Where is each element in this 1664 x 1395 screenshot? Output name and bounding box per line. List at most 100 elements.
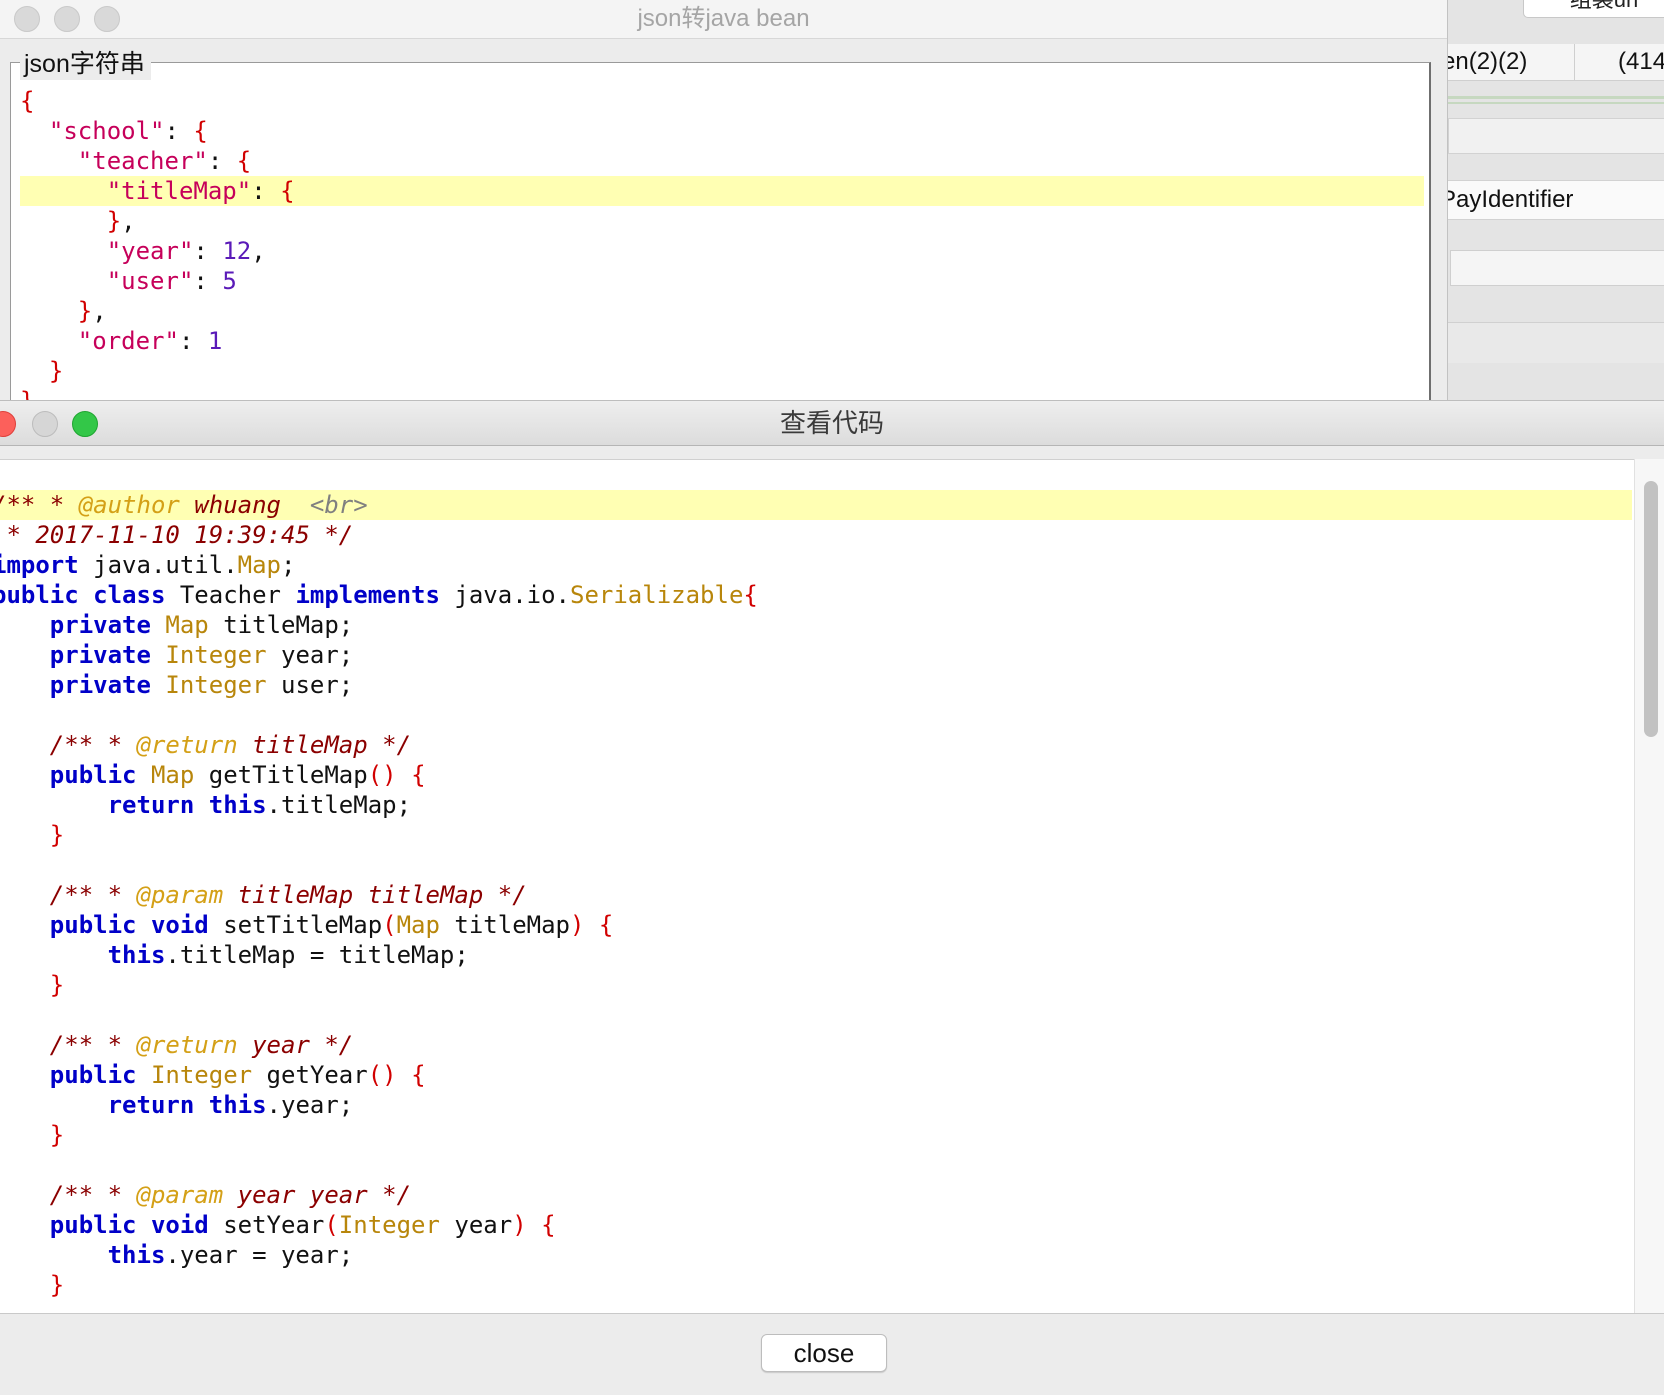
json-group-label: json字符串 (20, 48, 151, 80)
code-token: return (107, 791, 195, 819)
code-token: this (208, 791, 267, 819)
code-line: /** * @return year */ (0, 1030, 1632, 1060)
json-token: : (164, 117, 194, 145)
scrollbar-thumb[interactable] (1644, 481, 1658, 737)
code-token: /** * (0, 731, 137, 759)
json-token: "user" (106, 267, 194, 295)
code-token: public (49, 1061, 137, 1089)
code-token: whuang (179, 491, 310, 519)
code-lines: /** * @author whuang <br> * 2017-11-10 1… (0, 490, 1632, 1300)
code-line: * 2017-11-10 19:39:45 */ (0, 520, 1632, 550)
code-token: public (49, 911, 137, 939)
code-token: year; (266, 641, 354, 669)
background-tab-left[interactable]: en(2)(2) (1442, 44, 1527, 80)
code-line: } (0, 1120, 1632, 1150)
code-token: implements (295, 581, 440, 609)
json-token: : (207, 147, 237, 175)
code-token: this (107, 1241, 166, 1269)
code-token: () (367, 1061, 397, 1089)
code-token: Map (165, 611, 209, 639)
code-token: Integer (165, 671, 267, 699)
json-token: 5 (222, 267, 237, 295)
json-input-editor[interactable]: { "school": { "teacher": { "titleMap": {… (20, 86, 1424, 406)
code-line: private Integer year; (0, 640, 1632, 670)
json-line: "teacher": { (20, 146, 1424, 176)
json-window-title: json转java bean (637, 5, 810, 32)
background-input[interactable] (1450, 250, 1664, 286)
code-token: Map (237, 551, 282, 579)
code-window-titlebar[interactable]: 查看代码 (0, 401, 1664, 446)
code-token: java.io. (439, 581, 570, 609)
json-token: : (193, 267, 223, 295)
code-token: public (0, 581, 79, 609)
json-token: 1 (207, 327, 223, 355)
code-line: this.titleMap = titleMap; (0, 940, 1632, 970)
code-token: year year */ (223, 1181, 412, 1209)
json-token: : (251, 177, 281, 205)
code-line: public Map getTitleMap() { (0, 760, 1632, 790)
json-token: } (77, 297, 93, 325)
json-token: , (251, 237, 266, 265)
json-line: } (20, 356, 1424, 386)
background-window: 组装url en(2)(2) (414 PayIdentifier (1440, 0, 1664, 400)
code-token: public (49, 761, 137, 789)
code-line: /** * @author whuang <br> (0, 490, 1632, 520)
code-token: Map (150, 761, 195, 789)
code-line: } (0, 970, 1632, 1000)
assemble-url-button[interactable]: 组装url (1523, 0, 1664, 18)
code-token: { (598, 911, 614, 939)
json-window-titlebar[interactable]: json转java bean (0, 0, 1447, 39)
code-token: } (49, 821, 65, 849)
code-token: setTitleMap (208, 911, 383, 939)
code-window: 查看代码 /** * @author whuang <br> * 2017-11… (0, 400, 1664, 1395)
code-token: void (150, 911, 209, 939)
code-token: <br> (309, 491, 368, 519)
code-token: @return (136, 1031, 238, 1059)
code-token: ) (570, 911, 585, 939)
code-token: setYear (208, 1211, 325, 1239)
code-token: Teacher (165, 581, 296, 609)
json-line: { (20, 86, 1424, 116)
code-token: /** * (0, 881, 137, 909)
code-line: /** * @return titleMap */ (0, 730, 1632, 760)
code-token: user; (266, 671, 354, 699)
json-line: "titleMap": { (20, 176, 1424, 206)
json-line: "school": { (20, 116, 1424, 146)
code-line: /** * @param titleMap titleMap */ (0, 880, 1632, 910)
code-line: this.year = year; (0, 1240, 1632, 1270)
code-token: Serializable (570, 581, 744, 609)
code-line: private Integer user; (0, 670, 1632, 700)
code-line: import java.util.Map; (0, 550, 1632, 580)
divider (1448, 96, 1664, 99)
code-line: public class Teacher implements java.io.… (0, 580, 1632, 610)
json-token: "titleMap" (106, 177, 252, 205)
code-token: @param (136, 1181, 224, 1209)
code-line: public Integer getYear() { (0, 1060, 1632, 1090)
vertical-scrollbar[interactable] (1634, 459, 1664, 1313)
code-token: return (107, 1091, 195, 1119)
code-token: { (411, 761, 426, 789)
code-viewer[interactable]: /** * @author whuang <br> * 2017-11-10 1… (0, 459, 1634, 1314)
code-token: /** * (0, 491, 79, 519)
code-token: { (743, 581, 758, 609)
code-token: getYear (252, 1061, 368, 1089)
close-button[interactable]: close (761, 1334, 887, 1372)
code-token: public (49, 1211, 137, 1239)
background-panel (1448, 118, 1664, 154)
json-token: } (106, 207, 122, 235)
code-token: .year; (266, 1091, 354, 1119)
background-tab-right[interactable]: (414 (1618, 44, 1664, 80)
code-token: Integer (165, 641, 267, 669)
